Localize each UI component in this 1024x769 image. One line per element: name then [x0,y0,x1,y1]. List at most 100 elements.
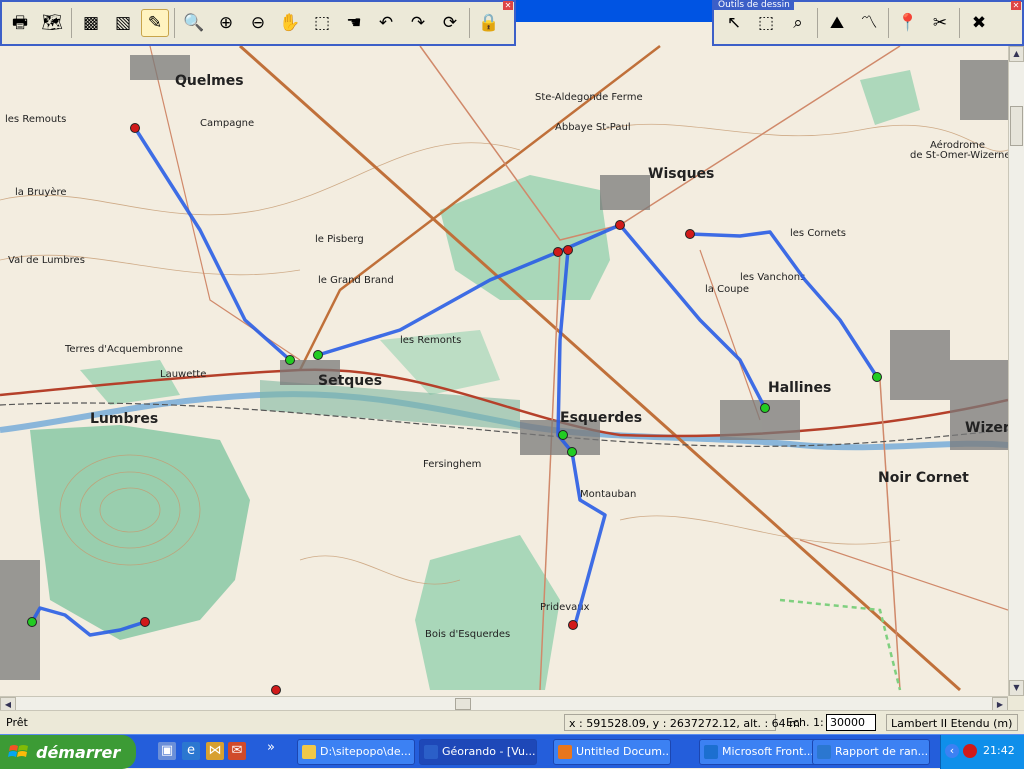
status-bar: Prêt x : 591528.09, y : 2637272.12, alt.… [0,710,1024,734]
route-waypoint[interactable] [553,247,563,257]
select-rectangle-icon[interactable]: ⬚ [752,9,780,37]
route-waypoint[interactable] [563,245,573,255]
route-waypoint[interactable] [130,123,140,133]
taskbar-item-label: Géorando - [Vu... [442,745,536,758]
taskbar-item-label: Untitled Docum... [576,745,671,758]
topographic-map[interactable]: Quelmes les Remouts Campagne Setques Lumbres… [0,0,1008,696]
tray-expand-button[interactable]: ‹ [945,744,959,758]
undo-icon[interactable]: ↶ [372,9,400,37]
route-waypoint[interactable] [568,620,578,630]
redo-icon[interactable]: ↷ [404,9,432,37]
coordinates-readout: x : 591528.09, y : 2637272.12, alt. : 64… [564,714,800,731]
taskbar-item[interactable]: Rapport de ran... [812,739,930,765]
route-waypoint[interactable] [285,355,295,365]
lock-icon[interactable]: 🔒 [475,9,503,37]
waypoint-pins-icon[interactable]: 📍 [894,9,922,37]
select-zoom-icon[interactable]: ⌕ [784,9,812,37]
town-block [720,400,800,440]
taskbar-item[interactable]: Géorando - [Vu... [419,739,537,765]
frontpage-icon [704,745,718,759]
scroll-left-button[interactable]: ◀ [0,697,16,711]
map-label: Val de Lumbres [8,255,85,266]
route-waypoint[interactable] [685,229,695,239]
scale-input[interactable] [826,714,876,731]
elevation-profile-icon[interactable]: ⛰ [823,9,851,37]
map-label: Lumbres [90,411,158,427]
scroll-right-button[interactable]: ▶ [992,697,1008,711]
close-toolbar-button[interactable]: ✕ [503,1,513,10]
pan-hand-icon[interactable]: ☚ [340,9,368,37]
map-label: Quelmes [175,73,244,89]
refresh-icon[interactable]: ⟳ [436,9,464,37]
layer-silhouette-icon[interactable]: ▧ [109,9,137,37]
delete-icon[interactable]: ✖ [965,9,993,37]
map-label: Wizern [965,420,1008,436]
toolbar-separator [959,8,960,38]
horizontal-scroll-thumb[interactable] [455,698,471,710]
route-waypoint[interactable] [558,430,568,440]
tray-app-icon[interactable] [963,744,977,758]
taskbar-item[interactable]: Microsoft Front... [699,739,817,765]
system-tray: ‹ 21:42 [940,735,1024,769]
map-label: Esquerdes [560,410,642,426]
map-canvas[interactable]: Quelmes les Remouts Campagne Setques Lumbres… [0,0,1008,696]
taskbar-item[interactable]: D:\sitepopo\de... [297,739,415,765]
zoom-out-icon[interactable]: ⊖ [244,9,272,37]
draw-route-icon[interactable]: 〽 [855,9,883,37]
cut-route-icon[interactable]: ✂ [926,9,954,37]
route-waypoint[interactable] [567,447,577,457]
zoom-hand-icon[interactable]: ✋ [276,9,304,37]
select-arrow-icon[interactable]: ↖ [720,9,748,37]
route-waypoint[interactable] [140,617,150,627]
town-block [950,360,1008,450]
desktop-icon[interactable]: ▣ [158,742,176,760]
pencil-icon[interactable]: ✎ [141,9,169,37]
window-titlebar [516,0,712,22]
media-icon[interactable]: ⋈ [206,742,224,760]
vertical-scrollbar[interactable]: ▲ ▼ [1008,46,1024,696]
town-block [600,175,650,210]
map-label: Fersinghem [423,459,481,470]
clock: 21:42 [983,744,1015,757]
zoom-in-icon[interactable]: ⊕ [212,9,240,37]
vertical-scroll-thumb[interactable] [1010,106,1023,146]
folder-icon [302,745,316,759]
route-waypoint[interactable] [615,220,625,230]
scroll-down-button[interactable]: ▼ [1009,680,1024,696]
route-waypoint[interactable] [313,350,323,360]
route-waypoint[interactable] [760,403,770,413]
georando-icon [424,745,438,759]
map-label: Terres d'Acquembronne [64,344,183,355]
map-label: Abbaye St-Paul [555,122,631,133]
map-label: la Coupe [705,284,749,295]
scroll-up-button[interactable]: ▲ [1009,46,1024,62]
mail-icon[interactable]: ✉ [228,742,246,760]
route-waypoint[interactable] [271,685,281,695]
map-label: le Pisberg [315,234,364,245]
route-waypoint[interactable] [27,617,37,627]
layer-gray-icon[interactable]: ▩ [77,9,105,37]
map-label: les Cornets [790,228,846,239]
map-label: Setques [318,373,382,389]
map-label: Noir Cornet [878,470,969,486]
firefox-icon [558,745,572,759]
map-label: les Vanchons [740,272,805,283]
close-drawing-toolbar-button[interactable]: ✕ [1011,1,1021,10]
main-toolbar: ✕ 🖶 🗺 ▩ ▧ ✎ 🔍 ⊕ ⊖ ✋ ⬚ ☚ ↶ ↷ ⟳ 🔒 [0,0,516,46]
zoom-window-icon[interactable]: ⬚ [308,9,336,37]
zoom-globe-icon[interactable]: 🔍 [180,9,208,37]
horizontal-scrollbar[interactable]: ◀ ▶ [0,696,1008,711]
map-label: Montauban [580,489,636,500]
windows-taskbar: démarrer ▣ e ⋈ ✉ » D:\sitepopo\de... Géor… [0,734,1024,769]
taskbar-item[interactable]: Untitled Docum... [553,739,671,765]
start-button[interactable]: démarrer [0,735,136,769]
route-waypoint[interactable] [872,372,882,382]
print-icon[interactable]: 🖶 [6,9,34,37]
scale-label: Ech. 1: [786,716,824,729]
town-block [890,330,950,400]
drawing-toolbar: Outils de dessin ✕ ↖ ⬚ ⌕ ⛰ 〽 📍 ✂ ✖ [712,0,1024,46]
toolbar-separator [174,8,175,38]
ie-icon[interactable]: e [182,742,200,760]
quick-launch-more[interactable]: » [262,739,280,757]
open-map-icon[interactable]: 🗺 [38,9,66,37]
